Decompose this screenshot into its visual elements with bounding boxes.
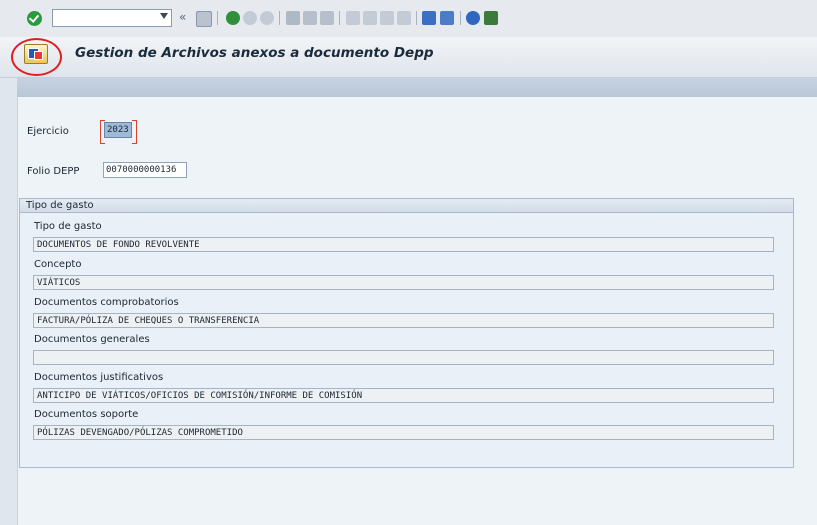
group-header xyxy=(20,199,793,213)
left-margin xyxy=(0,78,17,525)
ejercicio-field[interactable]: 2023 xyxy=(104,122,132,138)
new-session-icon[interactable] xyxy=(422,11,436,25)
chevron-down-icon[interactable] xyxy=(160,13,168,19)
save-icon[interactable] xyxy=(196,11,212,27)
documentos-justificativos-label: Documentos justificativos xyxy=(34,372,164,383)
page-title: Gestion de Archivos anexos a documento D… xyxy=(75,45,434,61)
documentos-soporte-label: Documentos soporte xyxy=(34,409,139,420)
find-icon[interactable] xyxy=(303,11,317,25)
tipo-gasto-label: Tipo de gasto xyxy=(34,221,102,232)
documentos-generales-label: Documentos generales xyxy=(34,334,150,345)
toolbar-separator xyxy=(416,11,417,25)
documentos-comprobatorios-field[interactable]: FACTURA/PÓLIZA DE CHEQUES O TRANSFERENCI… xyxy=(33,313,774,328)
command-field[interactable] xyxy=(52,9,172,27)
back-double-icon[interactable]: « xyxy=(179,10,186,24)
standard-toolbar: « xyxy=(0,0,817,38)
cancel-icon[interactable] xyxy=(260,11,274,25)
toolbar-separator xyxy=(279,11,280,25)
tipo-gasto-field[interactable]: DOCUMENTOS DE FONDO REVOLVENTE xyxy=(33,237,774,252)
highlight-circle xyxy=(11,38,62,76)
documentos-soporte-field[interactable]: PÓLIZAS DEVENGADO/PÓLIZAS COMPROMETIDO xyxy=(33,425,774,440)
documentos-justificativos-field[interactable]: ANTICIPO DE VIÁTICOS/OFICIOS DE COMISIÓN… xyxy=(33,388,774,403)
group-title: Tipo de gasto xyxy=(26,200,94,211)
next-page-icon[interactable] xyxy=(380,11,394,25)
documentos-comprobatorios-label: Documentos comprobatorios xyxy=(34,297,179,308)
last-page-icon[interactable] xyxy=(397,11,411,25)
tipo-de-gasto-group: Tipo de gasto Tipo de gasto DOCUMENTOS D… xyxy=(19,198,794,468)
toolbar-separator xyxy=(339,11,340,25)
concepto-field[interactable]: VIÁTICOS xyxy=(33,275,774,290)
folio-field[interactable]: 0070000000136 xyxy=(103,162,187,178)
toolbar-separator xyxy=(217,11,218,25)
focus-bracket-right xyxy=(132,120,137,144)
back-icon[interactable] xyxy=(226,11,240,25)
exit-icon[interactable] xyxy=(243,11,257,25)
find-next-icon[interactable] xyxy=(320,11,334,25)
application-toolbar xyxy=(17,78,817,98)
prev-page-icon[interactable] xyxy=(363,11,377,25)
first-page-icon[interactable] xyxy=(346,11,360,25)
help-icon[interactable] xyxy=(466,11,480,25)
documentos-generales-field[interactable] xyxy=(33,350,774,365)
shortcut-icon[interactable] xyxy=(440,11,454,25)
customize-icon[interactable] xyxy=(484,11,498,25)
print-icon[interactable] xyxy=(286,11,300,25)
ejercicio-label: Ejercicio xyxy=(27,126,69,137)
check-icon[interactable] xyxy=(27,11,42,26)
folio-label: Folio DEPP xyxy=(27,166,80,177)
toolbar-separator xyxy=(460,11,461,25)
concepto-label: Concepto xyxy=(34,259,82,270)
